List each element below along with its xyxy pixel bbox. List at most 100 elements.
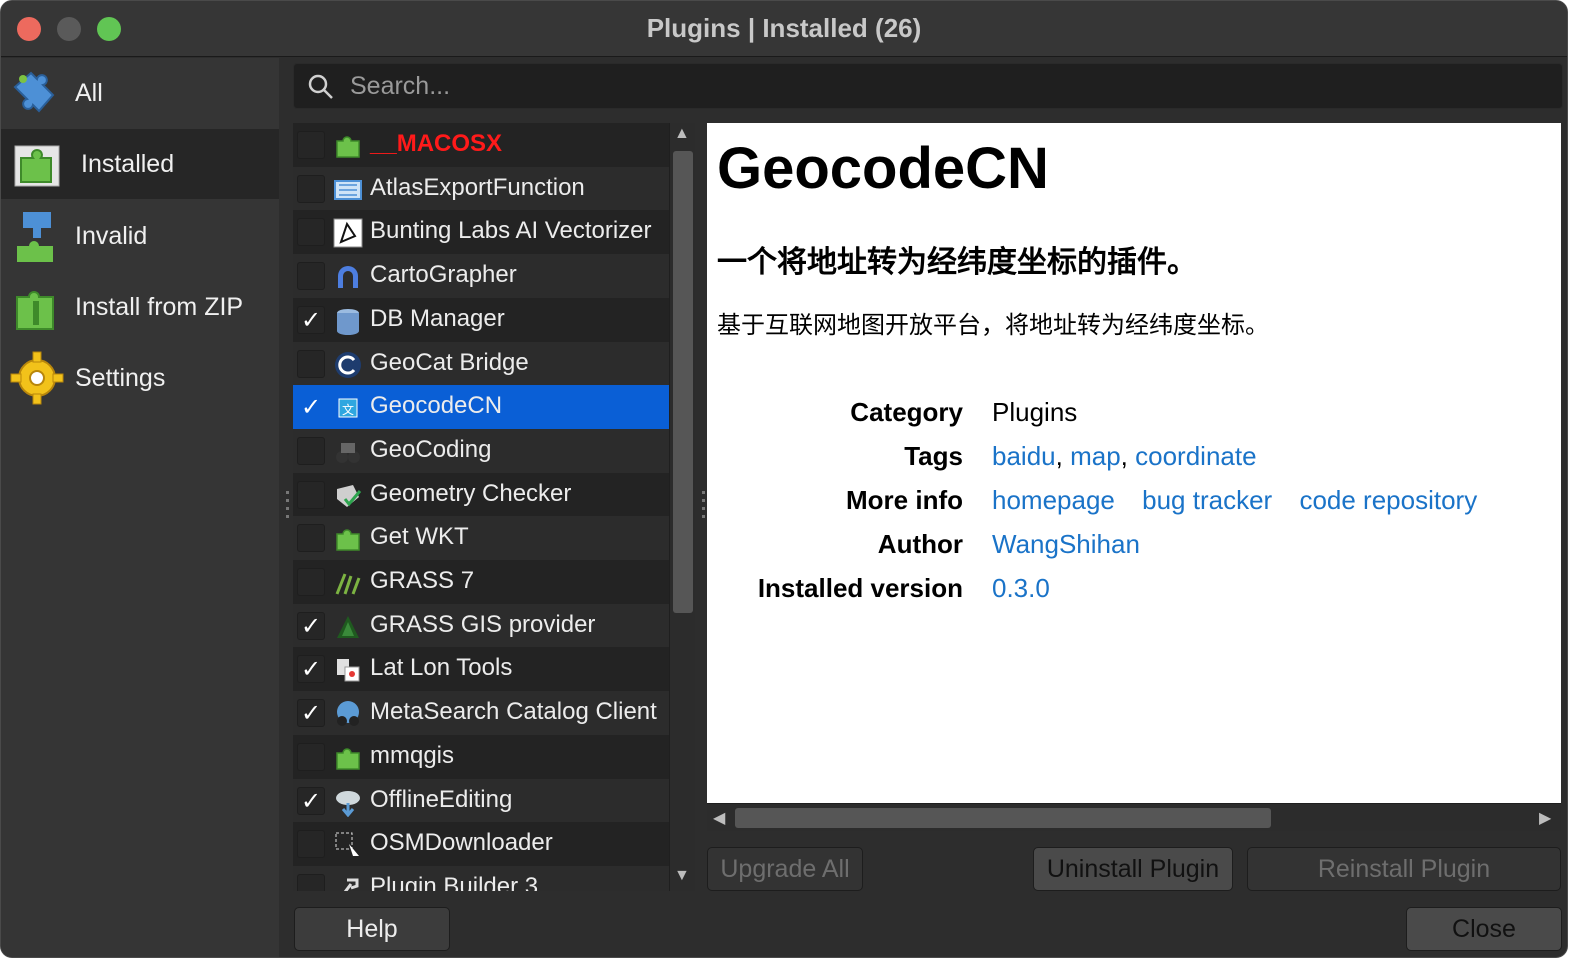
plugin-enable-checkbox[interactable]	[297, 480, 325, 509]
puzzle-icon	[336, 529, 360, 552]
plugin-row[interactable]: ✓ 文 GeocodeCN	[293, 385, 669, 430]
sidebar-item-label: Invalid	[75, 221, 148, 250]
sidebar-item-label: Settings	[75, 363, 166, 392]
code-repository-link[interactable]: code repository	[1299, 485, 1477, 515]
plugin-row[interactable]: ✓ MetaSearch Catalog Client	[293, 691, 669, 736]
plugin-row[interactable]: ✓ GRASS GIS provider	[293, 603, 669, 648]
installed-version-value: 0.3.0	[992, 573, 1050, 603]
scroll-right-arrow-icon[interactable]: ▶	[1539, 808, 1551, 828]
plugin-enable-checkbox[interactable]: ✓	[297, 393, 325, 422]
plugin-name: Geometry Checker	[370, 479, 572, 507]
plugin-row[interactable]: Bunting Labs AI Vectorizer	[293, 210, 669, 255]
sidebar-item-installed[interactable]: Installed	[1, 129, 279, 199]
plugin-row[interactable]: ✓ OfflineEditing	[293, 778, 669, 823]
tag-separator: ,	[1120, 441, 1128, 471]
uninstall-plugin-button[interactable]: Uninstall Plugin	[1033, 847, 1233, 891]
offline-editing-icon	[336, 790, 360, 817]
plugin-enable-checkbox[interactable]	[297, 131, 325, 159]
scroll-down-arrow-icon[interactable]: ▼	[674, 867, 690, 885]
plugin-name: OfflineEditing	[370, 785, 513, 813]
tag-link[interactable]: baidu	[992, 441, 1056, 471]
close-button[interactable]: Close	[1406, 907, 1562, 951]
plugin-enable-checkbox[interactable]	[297, 568, 325, 596]
geocat-icon	[335, 351, 361, 378]
window-title: Plugins | Installed (26)	[646, 13, 922, 43]
plugin-row[interactable]: __MACOSX	[293, 123, 669, 167]
plugin-enable-checkbox[interactable]	[297, 174, 325, 203]
latlon-tools-icon	[337, 659, 360, 682]
plugin-list-scrollbar[interactable]: ▲ ▼	[669, 123, 695, 891]
plugin-enable-checkbox[interactable]	[297, 436, 325, 465]
plugin-enable-checkbox[interactable]	[297, 349, 325, 378]
plugin-enable-checkbox[interactable]	[297, 830, 325, 859]
geocoding-icon	[336, 442, 360, 463]
puzzle-icon	[336, 136, 360, 158]
plugin-row[interactable]: Plugin Builder 3	[293, 865, 669, 891]
sidebar-item-all[interactable]: All	[1, 58, 279, 128]
plugin-enable-checkbox[interactable]	[297, 262, 325, 291]
plugin-enable-checkbox[interactable]: ✓	[297, 655, 325, 684]
search-input[interactable]	[350, 68, 1530, 104]
tag-link[interactable]: map	[1070, 441, 1121, 471]
tags-value: baidu, map, coordinate	[992, 441, 1257, 472]
upgrade-all-button[interactable]: Upgrade All	[707, 847, 863, 891]
author-link[interactable]: WangShihan	[992, 529, 1140, 560]
plugin-name: GeoCoding	[370, 435, 492, 463]
reinstall-plugin-button[interactable]: Reinstall Plugin	[1247, 847, 1561, 891]
category-label: Category	[850, 397, 963, 427]
title-bar: Plugins | Installed (26)	[1, 1, 1567, 57]
sidebar: All Installed Invalid Install from ZIP S…	[1, 58, 279, 957]
plugin-zip-icon	[16, 291, 54, 330]
sidebar-item-settings[interactable]: Settings	[1, 343, 279, 413]
plugin-enable-checkbox[interactable]: ✓	[297, 305, 325, 334]
svg-text:文: 文	[342, 402, 354, 417]
plugin-details-panel: GeocodeCN 一个将地址转为经纬度坐标的插件。 基于互联网地图开放平台，将…	[707, 123, 1561, 803]
homepage-link[interactable]: homepage	[992, 485, 1115, 515]
plugin-invalid-icon	[17, 212, 53, 262]
osm-downloader-icon	[335, 832, 359, 857]
sidebar-item-label: Installed	[81, 149, 175, 178]
sidebar-item-invalid[interactable]: Invalid	[1, 201, 279, 271]
geocode-icon: 文	[338, 398, 358, 418]
tag-separator: ,	[1055, 441, 1063, 471]
plugin-enable-checkbox[interactable]: ✓	[297, 786, 325, 815]
tag-link[interactable]: coordinate	[1135, 441, 1256, 471]
plugin-list: __MACOSX AtlasExportFunction Bunting Labs …	[293, 123, 669, 891]
plugin-row[interactable]: AtlasExportFunction	[293, 166, 669, 211]
scroll-left-arrow-icon[interactable]: ◀	[713, 808, 725, 828]
plugin-enable-checkbox[interactable]: ✓	[297, 611, 325, 640]
plugin-row[interactable]: GRASS 7	[293, 560, 669, 604]
bug-tracker-link[interactable]: bug tracker	[1142, 485, 1272, 515]
plugin-row[interactable]: GeoCoding	[293, 428, 669, 473]
plugin-row[interactable]: GeoCat Bridge	[293, 341, 669, 386]
plugin-enable-checkbox[interactable]	[297, 873, 325, 891]
sidebar-item-install-from-zip[interactable]: Install from ZIP	[1, 272, 279, 342]
metasearch-icon	[337, 701, 359, 727]
plugin-row[interactable]: OSMDownloader	[293, 822, 669, 867]
plugin-name: GeoCat Bridge	[370, 348, 529, 376]
help-button[interactable]: Help	[294, 907, 450, 951]
plugin-about: 基于互联网地图开放平台，将地址转为经纬度坐标。	[717, 311, 1269, 339]
tags-label: Tags	[904, 441, 963, 471]
scrollbar-thumb[interactable]	[673, 151, 693, 613]
cartographer-icon	[338, 266, 358, 289]
scrollbar-thumb[interactable]	[735, 808, 1271, 828]
splitter-handle[interactable]	[285, 491, 291, 527]
plugin-row[interactable]: Get WKT	[293, 516, 669, 561]
plugin-name: mmqgis	[370, 741, 455, 769]
plugin-enable-checkbox[interactable]	[297, 742, 325, 771]
database-icon	[337, 308, 359, 335]
plugin-row[interactable]: Geometry Checker	[293, 472, 669, 517]
plugin-name: CartoGrapher	[370, 261, 517, 289]
gear-icon	[10, 351, 64, 405]
details-horizontal-scrollbar[interactable]: ◀ ▶	[707, 803, 1561, 831]
plugin-row[interactable]: ✓ Lat Lon Tools	[293, 647, 669, 692]
plugin-row[interactable]: CartoGrapher	[293, 254, 669, 299]
plugin-builder-icon	[343, 878, 359, 891]
plugin-enable-checkbox[interactable]	[297, 524, 325, 553]
plugin-row[interactable]: ✓ DB Manager	[293, 297, 669, 342]
plugin-row[interactable]: mmqgis	[293, 734, 669, 779]
plugin-enable-checkbox[interactable]: ✓	[297, 699, 325, 728]
scroll-up-arrow-icon[interactable]: ▲	[674, 125, 690, 143]
plugin-enable-checkbox[interactable]	[297, 218, 325, 247]
